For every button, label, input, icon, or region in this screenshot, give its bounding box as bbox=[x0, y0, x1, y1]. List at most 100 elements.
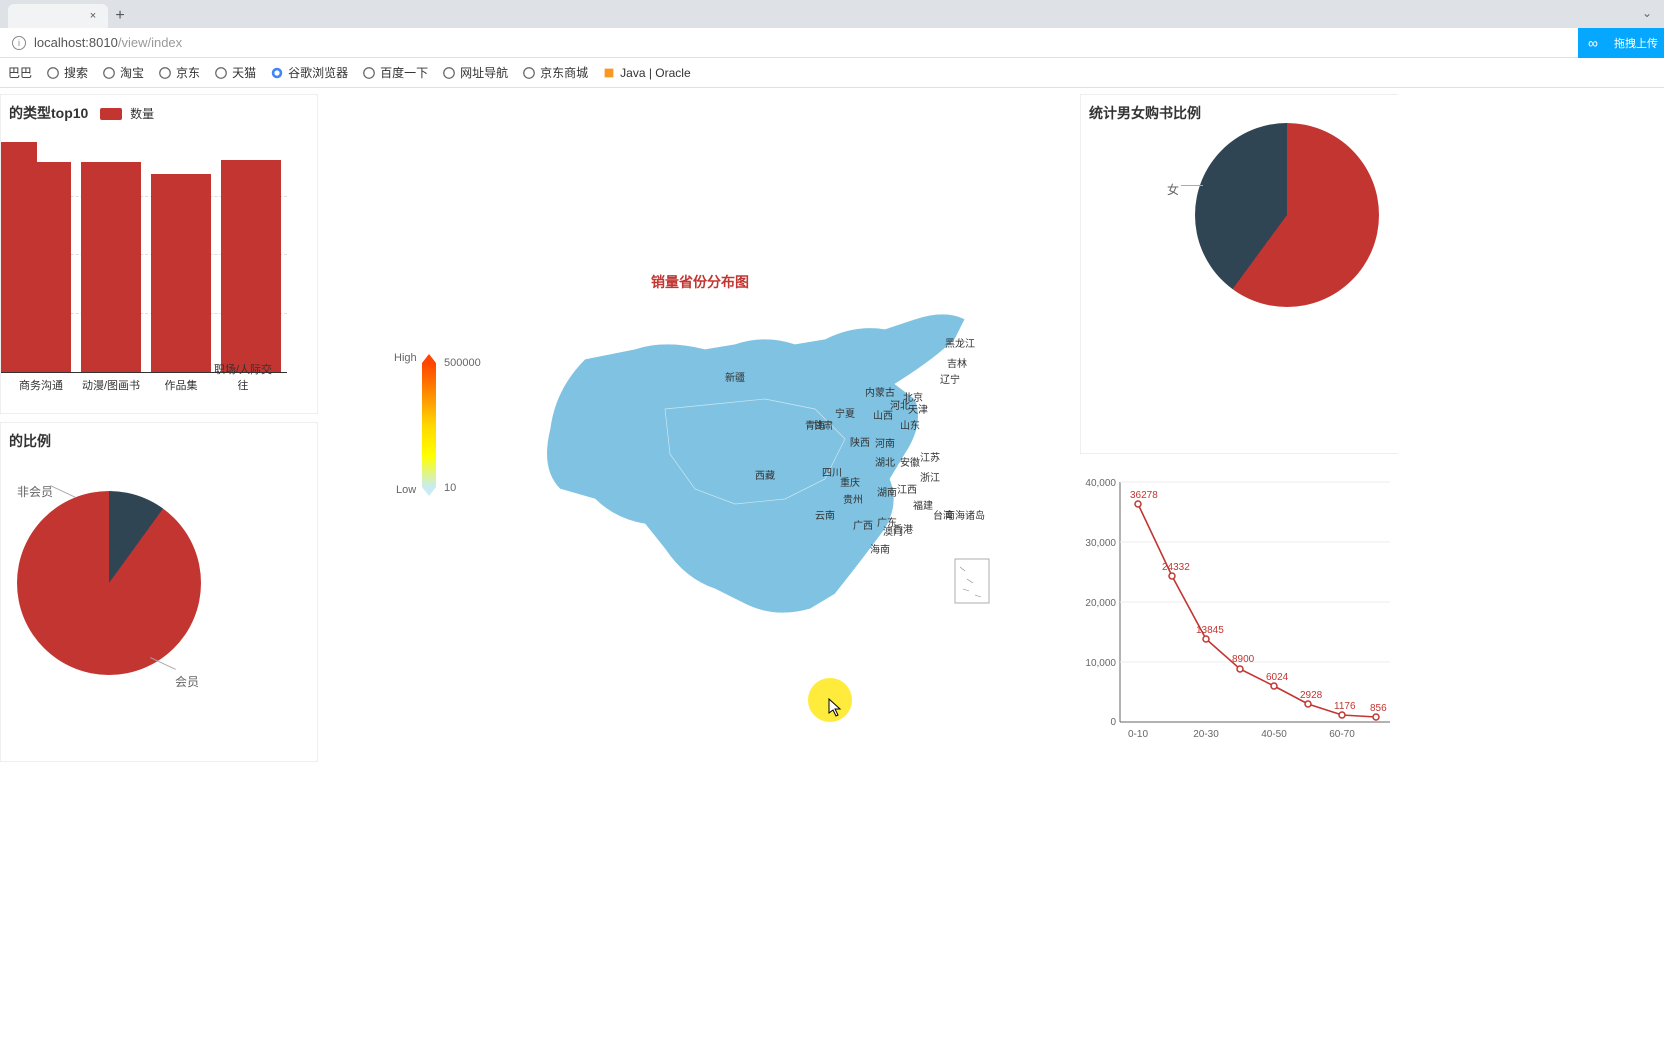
address-bar: i localhost:8010/view/index ∞ 拖拽上传 bbox=[0, 28, 1664, 58]
close-icon[interactable]: × bbox=[86, 9, 100, 23]
browser-tab[interactable]: × bbox=[8, 4, 108, 28]
bookmark-item[interactable]: 网址导航 bbox=[442, 64, 508, 81]
map-legend[interactable]: High 500000 10 Low bbox=[422, 354, 436, 496]
chart-panel-age-line: 40,000 30,000 20,000 10,000 0 36278 2433… bbox=[1080, 462, 1398, 762]
panel-title: 的类型top10 数量 bbox=[1, 95, 317, 123]
svg-text:30,000: 30,000 bbox=[1085, 538, 1116, 549]
svg-text:36278: 36278 bbox=[1130, 490, 1158, 501]
bar[interactable] bbox=[81, 162, 141, 372]
legend-swatch bbox=[100, 108, 122, 120]
svg-text:0-10: 0-10 bbox=[1128, 729, 1148, 740]
bookmark-item[interactable]: 百度一下 bbox=[362, 64, 428, 81]
url-text[interactable]: localhost:8010/view/index bbox=[34, 35, 182, 50]
legend-low-value: 10 bbox=[444, 482, 456, 494]
pie-label: 非会员 bbox=[17, 483, 53, 500]
chart-panel-map: 销量省份分布图 High 500000 10 Low 黑龙江 吉林 辽宁 内蒙古… bbox=[340, 94, 1060, 762]
svg-text:20,000: 20,000 bbox=[1085, 598, 1116, 609]
province-label: 新疆 bbox=[725, 369, 745, 384]
site-info-icon[interactable]: i bbox=[12, 36, 26, 50]
legend-low: Low bbox=[396, 484, 416, 496]
svg-text:8900: 8900 bbox=[1232, 654, 1255, 665]
pie-label: 女 bbox=[1167, 181, 1179, 198]
province-label: 江西 bbox=[897, 481, 917, 496]
svg-text:60-70: 60-70 bbox=[1329, 729, 1355, 740]
chart-panel-types-top10: 的类型top10 数量 商务沟通 动漫/图画书 作品集 职场/人际交往 bbox=[0, 94, 318, 414]
pie-gender[interactable] bbox=[1195, 123, 1379, 307]
x-tick: 商务沟通 bbox=[11, 377, 71, 393]
bookmark-item[interactable]: 巴巴 bbox=[8, 64, 32, 81]
svg-text:40-50: 40-50 bbox=[1261, 729, 1287, 740]
province-label: 山东 bbox=[900, 417, 920, 432]
x-tick: 动漫/图画书 bbox=[81, 377, 141, 393]
svg-text:24332: 24332 bbox=[1162, 562, 1190, 573]
panel-title: 统计男女购书比例 bbox=[1081, 95, 1398, 123]
province-label: 湖北 bbox=[875, 454, 895, 469]
province-label: 南海诸岛 bbox=[945, 507, 985, 522]
svg-text:20-30: 20-30 bbox=[1193, 729, 1219, 740]
province-label: 青海 bbox=[805, 417, 825, 432]
province-label: 安徽 bbox=[900, 454, 920, 469]
bookmark-item[interactable]: 淘宝 bbox=[102, 64, 144, 81]
bookmark-item[interactable]: 谷歌浏览器 bbox=[270, 64, 348, 81]
legend-high: High bbox=[394, 352, 417, 364]
bar[interactable] bbox=[221, 160, 281, 372]
bar-chart-area[interactable]: 商务沟通 动漫/图画书 作品集 职场/人际交往 bbox=[1, 137, 317, 397]
province-label: 江苏 bbox=[920, 449, 940, 464]
province-label: 福建 bbox=[913, 497, 933, 512]
province-label: 贵州 bbox=[843, 491, 863, 506]
province-label: 陕西 bbox=[850, 434, 870, 449]
province-label: 海南 bbox=[870, 541, 890, 556]
province-label: 黑龙江 bbox=[945, 335, 975, 350]
bookmark-item[interactable]: 搜索 bbox=[46, 64, 88, 81]
tabs-dropdown-icon[interactable]: ⌄ bbox=[1642, 6, 1652, 20]
svg-text:40,000: 40,000 bbox=[1085, 478, 1116, 489]
x-tick: 作品集 bbox=[151, 377, 211, 393]
province-label: 河北 bbox=[890, 397, 910, 412]
panel-title: 的比例 bbox=[1, 423, 317, 451]
line-chart[interactable]: 40,000 30,000 20,000 10,000 0 36278 2433… bbox=[1080, 462, 1398, 762]
province-label: 澳门 bbox=[883, 523, 903, 538]
bar[interactable] bbox=[151, 174, 211, 372]
province-label: 吉林 bbox=[947, 355, 967, 370]
chart-panel-membership: 的比例 非会员 会员 bbox=[0, 422, 318, 762]
province-label: 西藏 bbox=[755, 467, 775, 482]
bookmark-item[interactable]: 京东 bbox=[158, 64, 200, 81]
extension-label: 拖拽上传 bbox=[1608, 28, 1664, 58]
bookmark-item[interactable]: 京东商城 bbox=[522, 64, 588, 81]
tab-strip: × + ⌄ bbox=[0, 0, 1664, 28]
x-tick: 职场/人际交往 bbox=[213, 361, 273, 393]
svg-text:856: 856 bbox=[1370, 703, 1387, 714]
province-label: 河南 bbox=[875, 435, 895, 450]
new-tab-button[interactable]: + bbox=[108, 4, 132, 28]
province-label: 辽宁 bbox=[940, 371, 960, 386]
bar[interactable] bbox=[11, 162, 71, 372]
province-label: 天津 bbox=[908, 401, 928, 416]
chart-panel-gender: 统计男女购书比例 女 男 60.08% 女 39.92% bbox=[1080, 94, 1398, 454]
bookmark-item[interactable]: 天猫 bbox=[214, 64, 256, 81]
svg-text:2928: 2928 bbox=[1300, 690, 1323, 701]
gradient-bar bbox=[422, 363, 436, 487]
province-label: 四川 bbox=[822, 464, 842, 479]
bookmark-bar: 巴巴 搜索 淘宝 京东 天猫 谷歌浏览器 百度一下 网址导航 京东商城 Java… bbox=[0, 58, 1664, 88]
svg-text:0: 0 bbox=[1110, 717, 1116, 728]
dashboard-content: 的类型top10 数量 商务沟通 动漫/图画书 作品集 职场/人际交往 的比例 … bbox=[0, 88, 1664, 1040]
china-map[interactable]: 黑龙江 吉林 辽宁 内蒙古 北京 天津 河北 山西 山东 河南 陕西 宁夏 甘肃… bbox=[515, 289, 1035, 639]
bookmark-item[interactable]: Java | Oracle bbox=[602, 66, 690, 80]
svg-text:13845: 13845 bbox=[1196, 625, 1224, 636]
svg-text:1176: 1176 bbox=[1334, 701, 1356, 712]
province-label: 湖南 bbox=[877, 484, 897, 499]
province-label: 广西 bbox=[853, 517, 873, 532]
legend-high-value: 500000 bbox=[444, 357, 481, 369]
province-label: 重庆 bbox=[840, 474, 860, 489]
extension-icon: ∞ bbox=[1578, 28, 1608, 58]
pie-membership[interactable] bbox=[17, 491, 201, 675]
svg-text:10,000: 10,000 bbox=[1085, 658, 1116, 669]
province-label: 宁夏 bbox=[835, 405, 855, 420]
cursor-icon bbox=[828, 698, 844, 718]
province-label: 山西 bbox=[873, 407, 893, 422]
pie-label: 会员 bbox=[175, 673, 199, 690]
svg-text:6024: 6024 bbox=[1266, 672, 1289, 683]
legend-label: 数量 bbox=[130, 107, 154, 121]
extension-badge[interactable]: ∞ 拖拽上传 bbox=[1578, 28, 1664, 58]
province-label: 浙江 bbox=[920, 469, 940, 484]
